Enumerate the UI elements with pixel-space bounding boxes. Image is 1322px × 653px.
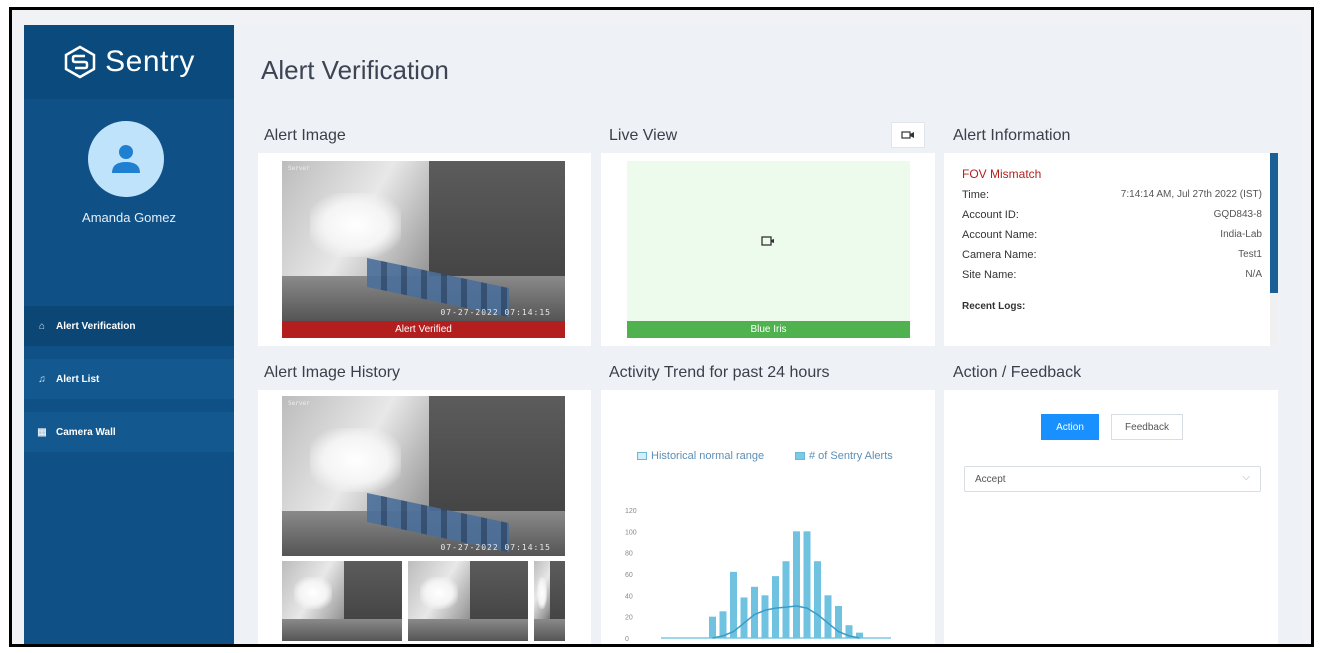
info-value: N/A: [1245, 269, 1262, 280]
info-label: Camera Name:: [962, 249, 1037, 261]
y-tick-label: 0: [625, 636, 629, 643]
activity-card: Historical normal range # of Sentry Aler…: [601, 390, 935, 644]
info-label: Account Name:: [962, 229, 1038, 241]
legend-swatch: [637, 452, 647, 460]
info-scrollbar[interactable]: [1270, 153, 1278, 346]
brand-name: Sentry: [105, 45, 195, 78]
info-value: 7:14:14 AM, Jul 27th 2022 (IST): [1120, 189, 1262, 200]
history-thumbnail[interactable]: [282, 561, 402, 641]
grid-icon: ▦: [37, 426, 47, 438]
image-timestamp: 07-27-2022 07:14:15: [440, 543, 551, 552]
sidebar-item-label: Camera Wall: [56, 426, 116, 438]
info-value: GQD843-8: [1213, 209, 1262, 220]
alert-type: FOV Mismatch: [962, 167, 1042, 181]
live-view-status-bar: Blue Iris: [627, 321, 910, 338]
sidebar-item-camera-wall[interactable]: ▦ Camera Wall: [24, 412, 234, 452]
live-view-camera-button[interactable]: [891, 122, 925, 148]
alert-bar[interactable]: [782, 561, 790, 638]
alert-info-card: FOV Mismatch Time: 7:14:14 AM, Jul 27th …: [944, 153, 1278, 346]
alert-status-bar: Alert Verified: [282, 321, 565, 338]
feedback-button[interactable]: Feedback: [1111, 414, 1183, 440]
alert-bar[interactable]: [824, 595, 832, 638]
history-main-image[interactable]: Server 07-27-2022 07:14:15: [282, 396, 565, 556]
info-label: Site Name:: [962, 269, 1017, 281]
video-icon: [761, 236, 774, 246]
alert-image-title: Alert Image: [264, 127, 346, 144]
sidebar: Sentry Amanda Gomez ⌂ Alert Verification…: [24, 25, 234, 644]
home-icon: ⌂: [38, 320, 46, 332]
feedback-card: Action Feedback Accept ⌵: [944, 390, 1278, 644]
info-row-account-name: Account Name: India-Lab: [962, 229, 1262, 241]
user-name: Amanda Gomez: [82, 210, 176, 225]
action-select[interactable]: Accept ⌵: [964, 466, 1261, 492]
y-tick-label: 120: [625, 508, 637, 515]
y-tick-label: 20: [625, 615, 633, 622]
live-view-stream[interactable]: [627, 161, 910, 321]
legend-label: # of Sentry Alerts: [809, 450, 893, 462]
recent-logs-label: Recent Logs:: [962, 301, 1026, 312]
select-value: Accept: [975, 473, 1006, 485]
camera-icon: [901, 131, 914, 139]
y-tick-label: 80: [625, 551, 633, 558]
page-title: Alert Verification: [261, 55, 449, 85]
history-card: Server 07-27-2022 07:14:15: [258, 390, 591, 644]
alert-image[interactable]: Server 07-27-2022 07:14:15: [282, 161, 565, 321]
bell-icon: ♫: [38, 373, 46, 385]
info-label: Time:: [962, 189, 990, 201]
info-row-account-id: Account ID: GQD843-8: [962, 209, 1262, 221]
info-row-site-name: Site Name: N/A: [962, 269, 1262, 281]
info-row-time: Time: 7:14:14 AM, Jul 27th 2022 (IST): [962, 189, 1262, 201]
info-label: Account ID:: [962, 209, 1019, 221]
info-value: India-Lab: [1220, 229, 1262, 240]
legend-label: Historical normal range: [651, 450, 765, 462]
alert-bar[interactable]: [719, 611, 727, 638]
camera-tag: Server: [288, 400, 310, 407]
alert-bar[interactable]: [793, 531, 800, 638]
history-thumbnail[interactable]: [408, 561, 528, 641]
alert-bar[interactable]: [751, 586, 758, 638]
alert-bar[interactable]: [730, 571, 737, 638]
y-tick-label: 60: [625, 572, 633, 579]
activity-title: Activity Trend for past 24 hours: [609, 364, 830, 381]
alert-bar[interactable]: [740, 597, 748, 638]
alert-image-card: Server 07-27-2022 07:14:15 Alert Verifie…: [258, 153, 591, 346]
legend-alerts[interactable]: # of Sentry Alerts: [795, 450, 893, 462]
alert-bar[interactable]: [772, 576, 779, 638]
main-content: Alert Verification Alert Image Server 07…: [234, 25, 1302, 644]
app-window: Sentry Amanda Gomez ⌂ Alert Verification…: [24, 25, 1302, 644]
alert-bar[interactable]: [761, 595, 769, 638]
avatar[interactable]: [88, 121, 164, 197]
camera-tag: Server: [288, 165, 310, 172]
info-row-camera-name: Camera Name: Test1: [962, 249, 1262, 261]
history-thumbnails: [282, 561, 565, 644]
alert-info-title: Alert Information: [953, 127, 1071, 144]
y-tick-label: 100: [625, 529, 637, 536]
alert-bar[interactable]: [709, 616, 716, 638]
live-view-card: Blue Iris: [601, 153, 935, 346]
feedback-title: Action / Feedback: [953, 364, 1082, 381]
history-thumbnail[interactable]: [534, 561, 565, 641]
user-icon: [112, 145, 140, 173]
info-value: Test1: [1238, 249, 1262, 260]
sidebar-item-label: Alert Verification: [56, 320, 136, 332]
scrollbar-thumb[interactable]: [1270, 153, 1278, 293]
screenshot-frame: Sentry Amanda Gomez ⌂ Alert Verification…: [9, 7, 1314, 647]
history-title: Alert Image History: [264, 364, 401, 381]
image-timestamp: 07-27-2022 07:14:15: [440, 308, 551, 317]
live-view-title: Live View: [609, 127, 678, 144]
legend-swatch: [795, 452, 805, 460]
alert-bar[interactable]: [814, 561, 821, 638]
y-tick-label: 40: [625, 593, 633, 600]
alert-bar[interactable]: [803, 531, 811, 638]
brand-logo[interactable]: Sentry: [24, 25, 234, 99]
activity-chart: 0 20 40 60 80 100 120: [625, 508, 891, 643]
legend-historical[interactable]: Historical normal range: [637, 450, 764, 462]
sidebar-item-alert-list[interactable]: ♫ Alert List: [24, 359, 234, 399]
sidebar-item-alert-verification[interactable]: ⌂ Alert Verification: [24, 306, 234, 346]
sidebar-item-label: Alert List: [56, 373, 100, 385]
chevron-down-icon: ⌵: [1242, 472, 1250, 483]
action-button[interactable]: Action: [1041, 414, 1099, 440]
sentry-logo-icon: [64, 45, 96, 79]
